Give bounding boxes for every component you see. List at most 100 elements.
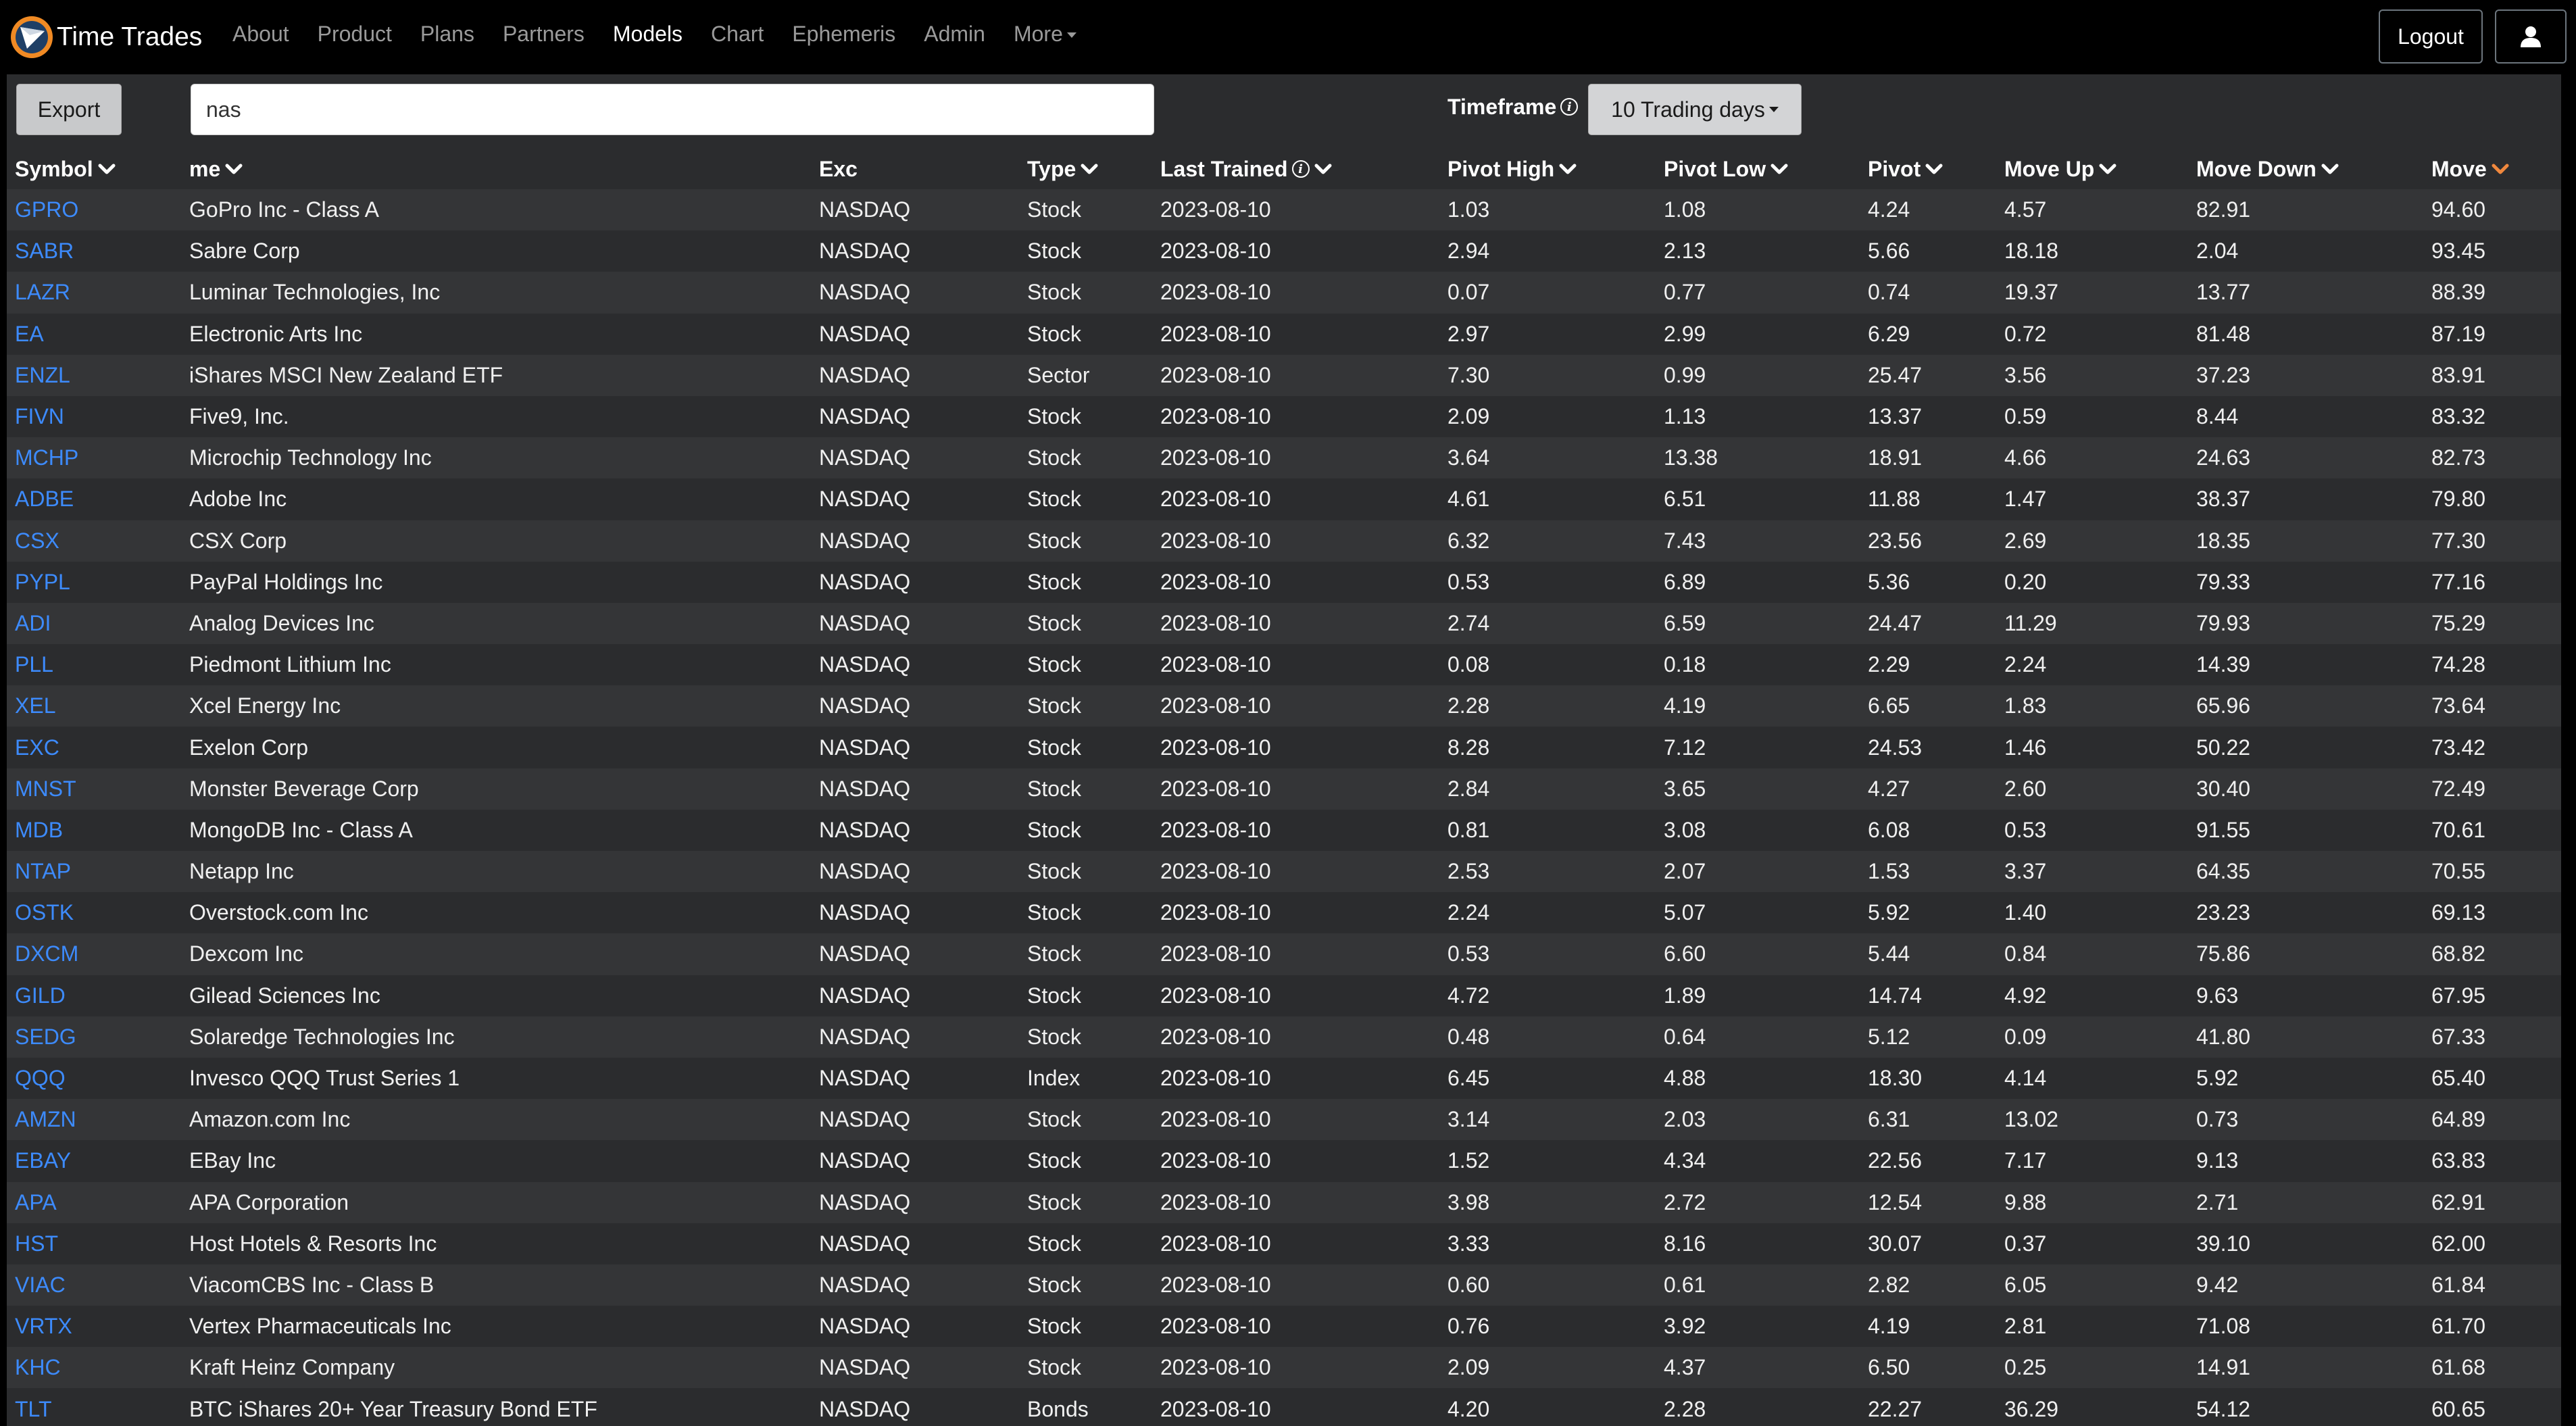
symbol-link[interactable]: EBAY [15,1140,71,1181]
column-header-label: Pivot [1868,156,1921,181]
cell-name: Gilead Sciences Inc [189,983,380,1008]
cell-name: GoPro Inc - Class A [189,197,379,222]
cell-pivot-low: 4.88 [1664,1066,1706,1091]
cell-move: 64.89 [2431,1107,2486,1132]
cell-last-trained: 2023-08-10 [1160,1024,1271,1049]
nav-link-models[interactable]: Models [613,22,683,47]
symbol-link[interactable]: AMZN [15,1099,76,1140]
column-header-name[interactable]: me [189,149,243,189]
symbol-link[interactable]: VRTX [15,1306,72,1347]
timeframe-dropdown[interactable]: 10 Trading days [1588,84,1802,135]
symbol-link[interactable]: LAZR [15,272,70,313]
nav-link-about[interactable]: About [232,22,289,47]
cell-move-up: 4.57 [2004,197,2047,222]
cell-exchange: NASDAQ [819,983,911,1008]
nav-link-more[interactable]: More [1014,22,1076,47]
symbol-link[interactable]: MDB [15,810,63,851]
cell-last-trained: 2023-08-10 [1160,1355,1271,1380]
symbol-link[interactable]: MCHP [15,437,78,478]
search-input[interactable] [191,84,1154,135]
info-icon[interactable]: i [1291,160,1310,178]
column-header-move[interactable]: Move [2431,149,2510,189]
symbol-link[interactable]: NTAP [15,851,71,892]
column-header-last-trained[interactable]: Last Trained i [1160,149,1333,189]
chevron-down-icon [1925,164,1943,174]
symbol-link[interactable]: XEL [15,685,55,727]
cell-pivot-low: 2.13 [1664,239,1706,264]
cell-move: 61.68 [2431,1355,2486,1380]
cell-type: Stock [1027,487,1082,512]
nav-link-product[interactable]: Product [318,22,392,47]
column-header-pivot[interactable]: Pivot [1868,149,1943,189]
symbol-link[interactable]: PLL [15,644,53,685]
nav-link-plans[interactable]: Plans [420,22,474,47]
cell-pivot-high: 6.45 [1447,1066,1490,1091]
cell-move-up: 3.37 [2004,859,2047,884]
symbol-link[interactable]: GILD [15,975,66,1016]
cell-exchange: NASDAQ [819,1066,911,1091]
symbol-link[interactable]: KHC [15,1347,61,1388]
cell-name: MongoDB Inc - Class A [189,817,413,842]
nav-link-admin[interactable]: Admin [924,22,985,47]
export-button[interactable]: Export [16,84,122,135]
cell-pivot: 25.47 [1868,362,1923,387]
cell-move-down: 54.12 [2196,1396,2251,1421]
symbol-link[interactable]: ADI [15,603,51,644]
symbol-link[interactable]: ADBE [15,478,74,520]
symbol-link[interactable]: APA [15,1182,57,1223]
table-row: VRTX Vertex Pharmaceuticals Inc NASDAQ Stoc… [7,1306,2561,1348]
cell-pivot-high: 1.52 [1447,1148,1490,1173]
symbol-link[interactable]: SEDG [15,1016,76,1058]
symbol-link[interactable]: VIAC [15,1264,66,1306]
nav-link-chart[interactable]: Chart [711,22,764,47]
cell-move-up: 4.92 [2004,983,2047,1008]
cell-type: Stock [1027,900,1082,925]
table-row: GPRO GoPro Inc - Class A NASDAQ Stock 2023-0… [7,189,2561,231]
brand[interactable]: Time Trades [9,14,202,61]
column-header-pivot-high[interactable]: Pivot High [1447,149,1577,189]
symbol-link[interactable]: HST [15,1223,58,1264]
symbol-link[interactable]: TLT [15,1388,52,1426]
symbol-link[interactable]: GPRO [15,189,78,230]
cell-move-down: 81.48 [2196,321,2251,346]
symbol-link[interactable]: PYPL [15,562,70,603]
cell-last-trained: 2023-08-10 [1160,1314,1271,1339]
cell-move-up: 0.84 [2004,941,2047,966]
symbol-link[interactable]: OSTK [15,892,74,933]
column-header-exchange[interactable]: Exc [819,149,858,189]
symbol-link[interactable]: EA [15,314,44,355]
nav-link-partners[interactable]: Partners [503,22,585,47]
cell-move-up: 0.37 [2004,1231,2047,1256]
cell-pivot: 5.66 [1868,239,1910,264]
cell-name: Electronic Arts Inc [189,321,363,346]
logout-button[interactable]: Logout [2379,9,2483,64]
symbol-link[interactable]: SABR [15,230,74,272]
column-header-move-up[interactable]: Move Up [2004,149,2117,189]
user-menu-button[interactable] [2495,9,2567,64]
column-header-move-down[interactable]: Move Down [2196,149,2339,189]
symbol-link[interactable]: DXCM [15,933,78,975]
table-row: QQQ Invesco QQQ Trust Series 1 NASDAQ Index… [7,1057,2561,1100]
column-header-type[interactable]: Type [1027,149,1099,189]
cell-pivot-high: 0.08 [1447,652,1490,677]
cell-pivot: 1.53 [1868,859,1910,884]
symbol-link[interactable]: MNST [15,768,76,810]
cell-last-trained: 2023-08-10 [1160,197,1271,222]
cell-pivot-low: 6.59 [1664,610,1706,635]
column-header-label: Pivot Low [1664,156,1766,181]
column-header-symbol[interactable]: Symbol [15,149,116,189]
cell-pivot: 6.50 [1868,1355,1910,1380]
cell-last-trained: 2023-08-10 [1160,983,1271,1008]
symbol-link[interactable]: CSX [15,520,59,562]
symbol-link[interactable]: EXC [15,727,59,768]
info-icon[interactable]: i [1560,98,1579,116]
cell-pivot-low: 8.16 [1664,1231,1706,1256]
nav-link-ephemeris[interactable]: Ephemeris [792,22,895,47]
cell-name: PayPal Holdings Inc [189,569,383,594]
cell-pivot: 4.27 [1868,776,1910,801]
column-header-pivot-low[interactable]: Pivot Low [1664,149,1789,189]
symbol-link[interactable]: FIVN [15,396,64,437]
table-row: TLT BTC iShares 20+ Year Treasury Bond ET… [7,1388,2561,1426]
symbol-link[interactable]: QQQ [15,1058,66,1099]
symbol-link[interactable]: ENZL [15,355,70,396]
